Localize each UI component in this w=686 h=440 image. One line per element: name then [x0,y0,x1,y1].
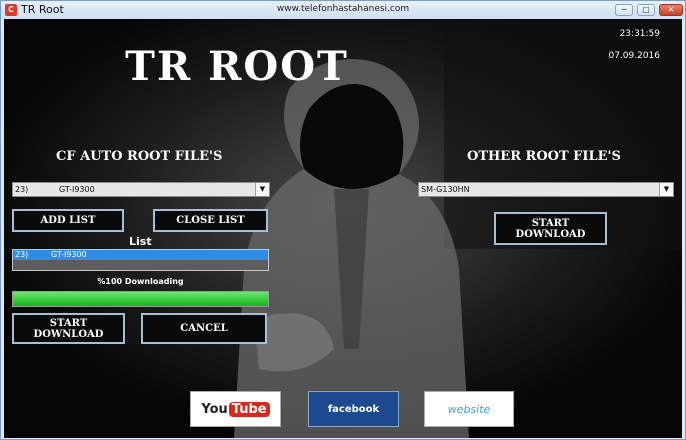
dropdown-arrow-icon[interactable]: ▼ [659,183,673,196]
download-status: %100 Downloading [97,277,184,286]
download-progress-bar [12,291,269,307]
website-button[interactable]: website [424,391,514,427]
select-index: 23) [15,185,29,194]
list-item[interactable]: 23) GT-I9300 [13,250,268,260]
cf-auto-root-heading: CF AUTO ROOT FILE'S [56,149,223,164]
other-start-download-button[interactable]: START DOWNLOAD [494,212,607,245]
list-label: List [129,235,152,248]
youtube-logo-tube: Tube [228,401,270,417]
title-bar[interactable]: C TR Root www.telefonhastahanesi.com ─ □… [1,1,685,19]
app-title: TR ROOT [125,43,349,90]
other-root-heading: OTHER ROOT FILE'S [467,149,621,164]
maximize-button[interactable]: □ [637,4,655,16]
cf-start-download-button[interactable]: START DOWNLOAD [12,313,125,344]
website-logo: website [447,402,491,416]
window-url: www.telefonhastahanesi.com [276,4,410,14]
cancel-button[interactable]: CANCEL [141,313,267,344]
dropdown-arrow-icon[interactable]: ▼ [255,183,269,196]
client-area: TR ROOT 23:31:59 07.09.2016 CF AUTO ROOT… [4,19,682,438]
youtube-button[interactable]: You Tube [190,391,281,427]
cf-auto-model-select[interactable]: 23) GT-I9300 ▼ [12,182,270,197]
youtube-logo-you: You [201,401,228,417]
progress-fill [13,292,268,306]
list-item-value: GT-I9300 [51,250,87,259]
app-window: C TR Root www.telefonhastahanesi.com ─ □… [0,0,686,440]
close-list-button[interactable]: CLOSE LIST [153,209,268,232]
close-button[interactable]: ✕ [659,4,683,16]
clock: 23:31:59 [619,29,660,39]
date: 07.09.2016 [608,51,660,61]
download-listbox[interactable]: 23) GT-I9300 [12,249,269,271]
select-value: GT-I9300 [59,185,95,194]
minimize-button[interactable]: ─ [615,4,633,16]
add-list-button[interactable]: ADD LIST [12,209,124,232]
facebook-button[interactable]: facebook [308,391,399,427]
list-item-index: 23) [15,250,29,259]
select-value: SM-G130HN [421,185,470,194]
other-model-select[interactable]: SM-G130HN ▼ [418,182,674,197]
